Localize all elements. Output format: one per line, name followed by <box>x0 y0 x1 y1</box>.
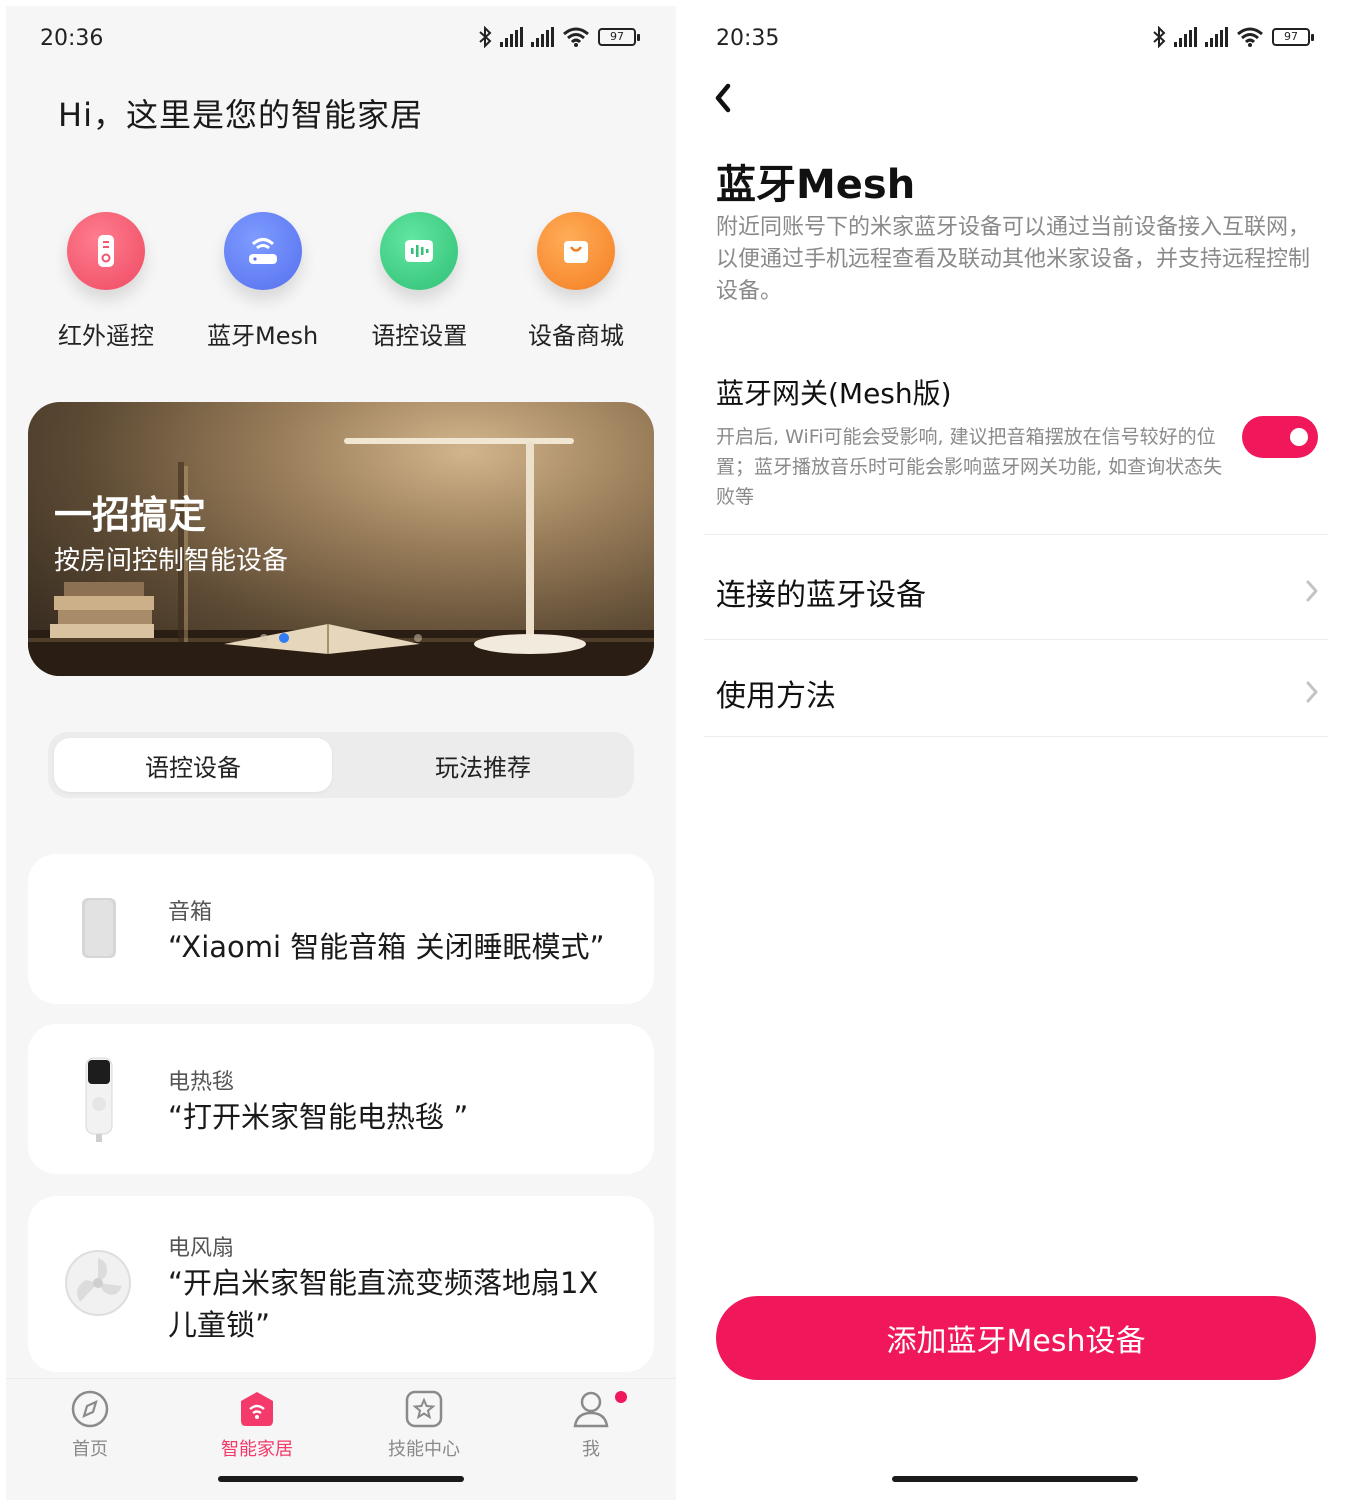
page-description: 附近同账号下的米家蓝牙设备可以通过当前设备接入互联网，以便通过手机远程查看及联动… <box>716 215 1311 304</box>
chevron-right-icon <box>1306 681 1318 703</box>
status-icons: 97 <box>478 26 640 48</box>
divider <box>704 639 1328 640</box>
signal-icon-2 <box>1205 27 1228 47</box>
tab-label: 我 <box>582 1439 600 1460</box>
card-category: 音箱 <box>168 900 213 925</box>
tab-label: 首页 <box>72 1439 108 1460</box>
quick-action-device-store[interactable]: 设备商城 <box>498 212 654 351</box>
card-command: “开启米家智能直流变频落地扇1X 儿童锁” <box>168 1266 599 1342</box>
status-icons: 97 <box>1152 26 1314 48</box>
fan-icon <box>65 1250 131 1316</box>
quick-action-label: 设备商城 <box>527 322 624 350</box>
banner-dot-2[interactable] <box>279 633 289 643</box>
wifi-icon <box>563 27 589 47</box>
skill-center-icon <box>405 1390 443 1428</box>
quick-action-ir-remote[interactable]: 红外遥控 <box>28 212 184 351</box>
bluetooth-icon <box>479 26 492 48</box>
gateway-toggle[interactable] <box>1242 416 1318 458</box>
signal-icon-2 <box>531 27 554 47</box>
tab-home[interactable]: 首页 <box>40 1389 140 1461</box>
banner-subtitle: 按房间控制智能设备 <box>54 546 289 576</box>
compass-icon <box>71 1390 109 1428</box>
quick-action-label: 红外遥控 <box>58 322 154 350</box>
battery-icon: 97 <box>598 28 640 46</box>
battery-icon: 97 <box>1272 28 1314 46</box>
voice-command-card[interactable]: 音箱 “Xiaomi 智能音箱 关闭睡眠模式” <box>28 854 654 1004</box>
gateway-title: 蓝牙网关(Mesh版) <box>716 377 952 410</box>
bluetooth-mesh-screen: 20:35 97 蓝牙Mesh 附近同账号下的米家蓝牙设备可以通过当前设备接入互… <box>682 6 1350 1500</box>
voice-command-card[interactable]: 电热毯 “打开米家智能电热毯 ” <box>28 1024 654 1174</box>
quick-actions: 红外遥控 蓝牙Mesh 语控设置 设备商城 <box>28 212 654 351</box>
signal-icon <box>500 27 523 47</box>
quick-action-label: 语控设置 <box>371 322 468 350</box>
tab-label: 智能家居 <box>221 1439 293 1460</box>
card-category: 电热毯 <box>168 1070 235 1095</box>
banner-dot-3[interactable] <box>414 634 422 642</box>
quick-action-label: 蓝牙Mesh <box>207 322 319 350</box>
gateway-description: 开启后, WiFi可能会受影响, 建议把音箱摆放在信号较好的位置；蓝牙播放音乐时… <box>716 426 1223 508</box>
status-time: 20:35 <box>716 26 780 51</box>
chevron-right-icon <box>1306 580 1318 602</box>
remote-icon <box>67 212 145 290</box>
row-connected-bluetooth-devices[interactable]: 连接的蓝牙设备 <box>682 542 1350 640</box>
tab-me[interactable]: 我 <box>541 1389 641 1461</box>
promo-banner[interactable]: 一招搞定 按房间控制智能设备 <box>28 402 654 676</box>
speaker-icon <box>82 898 116 958</box>
voice-icon <box>380 212 459 290</box>
tab-skill-center[interactable]: 技能中心 <box>374 1389 474 1461</box>
home-indicator[interactable] <box>218 1476 464 1482</box>
home-indicator[interactable] <box>892 1476 1138 1482</box>
page-title: 蓝牙Mesh <box>716 162 916 208</box>
bluetooth-icon <box>1153 26 1166 48</box>
row-label: 连接的蓝牙设备 <box>716 578 926 613</box>
smart-home-icon <box>241 1392 273 1426</box>
quick-action-bluetooth-mesh[interactable]: 蓝牙Mesh <box>185 212 341 351</box>
tab-label: 技能中心 <box>388 1439 460 1460</box>
wifi-icon <box>1237 27 1263 47</box>
greeting-title: Hi，这里是您的智能家居 <box>58 96 423 134</box>
toggle-knob <box>1290 428 1308 446</box>
notification-badge <box>615 1391 627 1403</box>
tab-smart-home[interactable]: 智能家居 <box>207 1389 307 1461</box>
router-icon <box>223 212 302 290</box>
smart-home-screen: 20:36 97 Hi，这里是您的智能家居 红外遥控 蓝牙Mesh 语控设置 设… <box>6 6 676 1500</box>
heated-blanket-controller-icon <box>85 1057 113 1142</box>
row-label: 使用方法 <box>716 679 836 714</box>
status-bar: 20:35 97 <box>682 6 1350 70</box>
quick-action-voice-settings[interactable]: 语控设置 <box>341 212 497 351</box>
back-arrow-icon[interactable] <box>710 82 736 114</box>
voice-command-card[interactable]: 电风扇 “开启米家智能直流变频落地扇1X 儿童锁” <box>28 1196 654 1372</box>
tab-voice-devices[interactable]: 语控设备 <box>54 738 332 792</box>
add-mesh-device-button[interactable]: 添加蓝牙Mesh设备 <box>716 1296 1316 1380</box>
banner-title: 一招搞定 <box>54 493 207 537</box>
card-command: “Xiaomi 智能音箱 关闭睡眠模式” <box>168 930 605 964</box>
status-time: 20:36 <box>40 26 104 51</box>
status-bar: 20:36 97 <box>6 6 676 70</box>
divider <box>704 534 1328 535</box>
user-icon <box>573 1391 609 1428</box>
card-category: 电风扇 <box>168 1236 235 1261</box>
banner-illustration <box>28 438 654 676</box>
card-command: “打开米家智能电热毯 ” <box>168 1100 469 1134</box>
shopping-bag-icon <box>536 212 615 290</box>
tab-recommendations[interactable]: 玩法推荐 <box>344 738 622 792</box>
segmented-control: 语控设备 玩法推荐 <box>48 732 634 798</box>
banner-dot-1[interactable] <box>260 634 268 642</box>
row-usage-guide[interactable]: 使用方法 <box>682 643 1350 741</box>
signal-icon <box>1174 27 1197 47</box>
divider <box>704 736 1328 737</box>
